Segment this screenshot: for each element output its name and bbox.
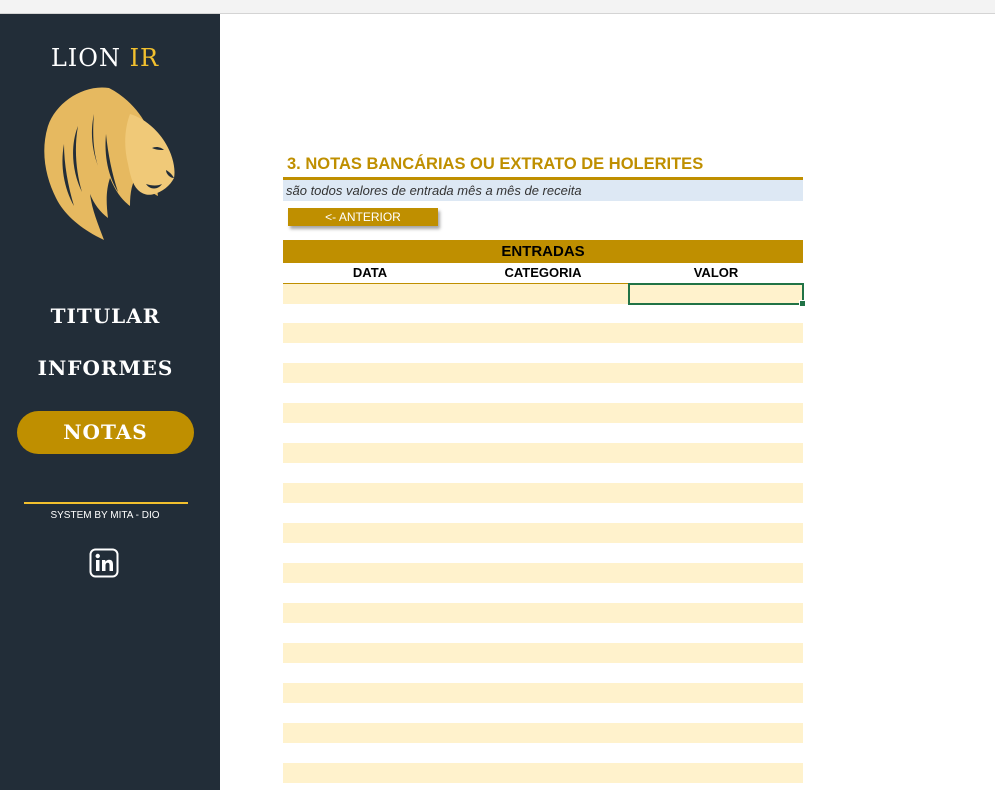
table-row[interactable]: [283, 683, 803, 703]
table-row[interactable]: [283, 363, 803, 383]
page-subtitle: são todos valores de entrada mês a mês d…: [286, 183, 582, 198]
column-header-valor: VALOR: [693, 265, 739, 280]
table-row[interactable]: [283, 483, 803, 503]
column-header-categoria: CATEGORIA: [504, 265, 582, 280]
table-row[interactable]: [283, 403, 803, 423]
brand-accent: IR: [129, 44, 160, 72]
table-row[interactable]: [283, 723, 803, 743]
table-row[interactable]: [283, 443, 803, 463]
nav-item-titular[interactable]: TITULAR: [17, 304, 194, 328]
table-row[interactable]: [283, 563, 803, 583]
column-header-data: DATA: [352, 265, 388, 280]
lion-head-icon: [44, 87, 175, 240]
previous-button[interactable]: <- ANTERIOR: [288, 208, 438, 226]
nav-item-informes[interactable]: INFORMES: [17, 356, 194, 380]
page-title: 3. NOTAS BANCÁRIAS OU EXTRATO DE HOLERIT…: [287, 155, 704, 173]
table-row[interactable]: [283, 523, 803, 543]
selected-cell[interactable]: [628, 283, 804, 305]
linkedin-icon[interactable]: [89, 548, 119, 578]
brand-main: LION: [50, 44, 121, 72]
fill-handle[interactable]: [799, 300, 806, 307]
window-top-bar: [0, 0, 995, 14]
brand-title: LION IR: [0, 44, 210, 72]
table-title: ENTRADAS: [283, 240, 803, 263]
credit-text: SYSTEM BY MITA - DIO: [50, 510, 160, 521]
nav-item-notas[interactable]: NOTAS: [17, 411, 194, 454]
table-row[interactable]: [283, 643, 803, 663]
sidebar: LION IR TITULAR INFORMES NOTAS SYSTEM BY…: [0, 14, 220, 790]
table-row[interactable]: [283, 763, 803, 783]
sidebar-divider: [24, 502, 188, 504]
table-row[interactable]: [283, 603, 803, 623]
table-row[interactable]: [283, 323, 803, 343]
